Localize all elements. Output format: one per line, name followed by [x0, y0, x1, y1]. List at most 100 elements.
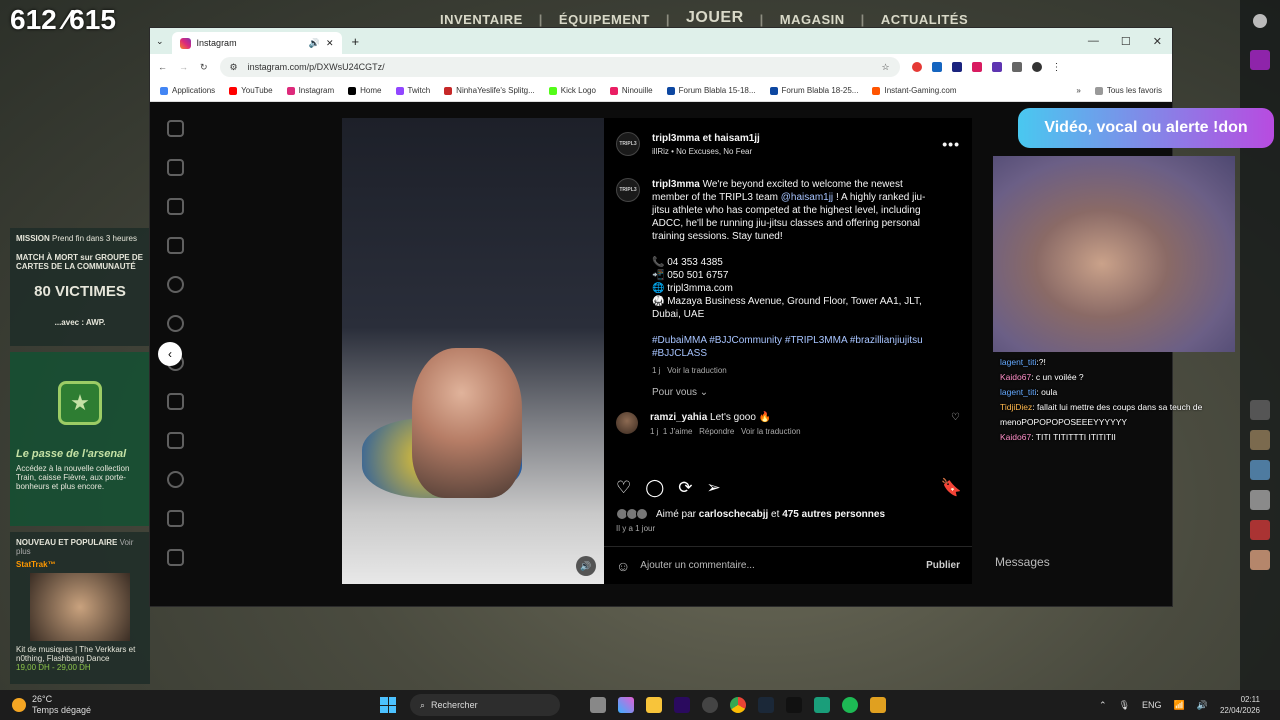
apps-icon[interactable] — [166, 549, 184, 566]
post-authors[interactable]: tripl3mma et haisam1jj — [652, 133, 760, 144]
profile-icon[interactable] — [166, 471, 184, 488]
bookmark-item[interactable]: Home — [348, 86, 382, 95]
caption-avatar[interactable]: TRIPL3 — [616, 178, 640, 202]
premiere-icon[interactable] — [674, 697, 690, 713]
chrome-icon[interactable] — [730, 697, 746, 713]
likes-summary[interactable]: Aimé par carloschecabjj et 475 autres pe… — [616, 508, 885, 520]
emoji-icon[interactable]: ☺ — [616, 558, 630, 574]
volume-icon[interactable]: 🔊 — [576, 556, 596, 576]
cs2-icon[interactable] — [870, 697, 886, 713]
task-view-icon[interactable] — [590, 697, 606, 713]
mission-card[interactable]: MISSION Prend fin dans 3 heures MATCH À … — [10, 228, 150, 346]
spotify-icon[interactable] — [842, 697, 858, 713]
nav-actualites[interactable]: ACTUALITÉS — [881, 12, 968, 27]
all-favorites[interactable]: Tous les favoris — [1094, 86, 1162, 95]
explore-icon[interactable] — [166, 315, 184, 332]
see-translation-link[interactable]: Voir la traduction — [667, 366, 727, 375]
like-icon[interactable]: ♡ — [616, 478, 631, 498]
bookmark-item[interactable]: Forum Blabla 18-25... — [769, 86, 858, 95]
tab-search-icon[interactable]: ⌄ — [156, 36, 164, 47]
language-indicator[interactable]: ENG — [1142, 700, 1162, 710]
nav-jouer[interactable]: JOUER — [686, 9, 744, 27]
comment-icon[interactable]: ◯ — [645, 478, 664, 498]
tray-chevron-icon[interactable]: ⌃ — [1099, 700, 1107, 711]
save-bookmark-icon[interactable]: 🔖 — [941, 478, 962, 498]
new-tab-button[interactable]: + — [352, 34, 360, 49]
nav-equipement[interactable]: ÉQUIPEMENT — [559, 12, 650, 27]
bookmark-item[interactable]: Instagram — [286, 86, 334, 95]
bookmark-item[interactable]: YouTube — [229, 86, 273, 95]
close-window-button[interactable]: ✕ — [1153, 35, 1162, 48]
bookmarks-more[interactable]: » — [1076, 86, 1080, 95]
clock[interactable]: 02:11 22/04/2026 — [1220, 694, 1260, 716]
comment-username[interactable]: ramzi_yahia — [650, 412, 707, 423]
url-field[interactable]: ⚙ instagram.com/p/DXWsU24CGTz/ ☆ — [219, 57, 900, 77]
friend-avatar-icon[interactable] — [1250, 50, 1270, 70]
extension-icon[interactable] — [911, 62, 922, 72]
bookmark-item[interactable]: Kick Logo — [548, 86, 596, 95]
post-audio[interactable]: illRiz • No Excuses, No Fear — [652, 147, 760, 156]
menu-icon[interactable]: ⋮ — [1052, 62, 1062, 73]
extension-icon[interactable] — [951, 62, 962, 72]
comment-translate-link[interactable]: Voir la traduction — [741, 427, 801, 436]
extension-icon[interactable] — [991, 62, 1002, 72]
friend-avatar-icon[interactable] — [1250, 460, 1270, 480]
caption-username[interactable]: tripl3mma — [652, 179, 700, 190]
reels-icon[interactable] — [166, 198, 184, 215]
bookmark-item[interactable]: Ninouille — [609, 86, 653, 95]
commenter-avatar[interactable] — [616, 412, 638, 434]
comment-like-icon[interactable]: ♡ — [951, 412, 960, 423]
bookmark-item[interactable]: Forum Blabla 15-18... — [666, 86, 756, 95]
post-video[interactable]: 🔊 — [342, 118, 604, 584]
steam-icon[interactable] — [758, 697, 774, 713]
messages-icon[interactable] — [166, 237, 184, 254]
instagram-logo-icon[interactable] — [166, 120, 184, 137]
copilot-icon[interactable] — [618, 697, 634, 713]
nav-inventaire[interactable]: INVENTAIRE — [440, 12, 523, 27]
weather-widget[interactable]: 26°C Temps dégagé — [0, 694, 380, 716]
for-you-dropdown[interactable]: Pour vous ⌄ — [604, 377, 972, 408]
puzzle-icon[interactable] — [1011, 62, 1022, 72]
hashtags[interactable]: #DubaiMMA #BJJCommunity #TRIPL3MMA #braz… — [652, 334, 936, 360]
bookmark-star-icon[interactable]: ☆ — [881, 62, 889, 73]
forward-icon[interactable]: → — [179, 62, 188, 72]
extension-icon[interactable] — [971, 62, 982, 72]
author-avatar[interactable]: TRIPL3 — [616, 132, 640, 156]
bookmark-item[interactable]: Applications — [160, 86, 215, 95]
app-icon[interactable] — [814, 697, 830, 713]
friend-avatar-icon[interactable] — [1250, 490, 1270, 510]
add-comment-input[interactable]: Ajouter un commentaire... — [640, 560, 755, 571]
file-explorer-icon[interactable] — [646, 697, 662, 713]
publish-button[interactable]: Publier — [926, 560, 960, 571]
friend-avatar-icon[interactable] — [1250, 550, 1270, 570]
speaker-icon[interactable]: 🔊 — [309, 38, 320, 49]
maximize-button[interactable]: ☐ — [1121, 35, 1131, 48]
bookmark-item[interactable]: Instant-Gaming.com — [872, 86, 957, 95]
home-icon[interactable] — [166, 159, 184, 176]
user-icon[interactable] — [1253, 14, 1267, 28]
arsenal-pass-card[interactable]: ★ Le passe de l'arsenal Accédez à la nou… — [10, 352, 150, 526]
search-icon[interactable] — [166, 276, 184, 293]
reload-icon[interactable]: ↻ — [200, 62, 208, 73]
extension-icon[interactable] — [931, 62, 942, 72]
share-icon[interactable]: ➢ — [707, 478, 721, 498]
wifi-icon[interactable]: 📶 — [1174, 700, 1185, 711]
popular-card[interactable]: NOUVEAU ET POPULAIRE Voir plus StatTrak™… — [10, 532, 150, 684]
windows-start-icon[interactable] — [380, 697, 396, 713]
volume-icon[interactable]: 🔊 — [1197, 700, 1208, 711]
more-options-icon[interactable]: ••• — [942, 136, 960, 152]
site-info-icon[interactable]: ⚙ — [230, 62, 238, 73]
more-menu-icon[interactable] — [166, 510, 184, 527]
minimize-button[interactable]: — — [1088, 35, 1099, 48]
repost-icon[interactable]: ⟳ — [678, 478, 692, 498]
reply-link[interactable]: Répondre — [699, 427, 734, 436]
mention-link[interactable]: @haisam1jj — [781, 192, 833, 203]
bookmark-item[interactable]: Twitch — [395, 86, 430, 95]
obs-icon[interactable] — [702, 697, 718, 713]
mic-icon[interactable]: 🎙 — [1119, 700, 1130, 711]
tiktok-icon[interactable] — [786, 697, 802, 713]
bookmark-item[interactable]: NinhaYeslife's Splitg... — [444, 86, 535, 95]
previous-post-button[interactable]: ‹ — [158, 342, 182, 366]
close-tab-icon[interactable]: ✕ — [326, 38, 334, 49]
profile-avatar-icon[interactable] — [1031, 62, 1042, 72]
